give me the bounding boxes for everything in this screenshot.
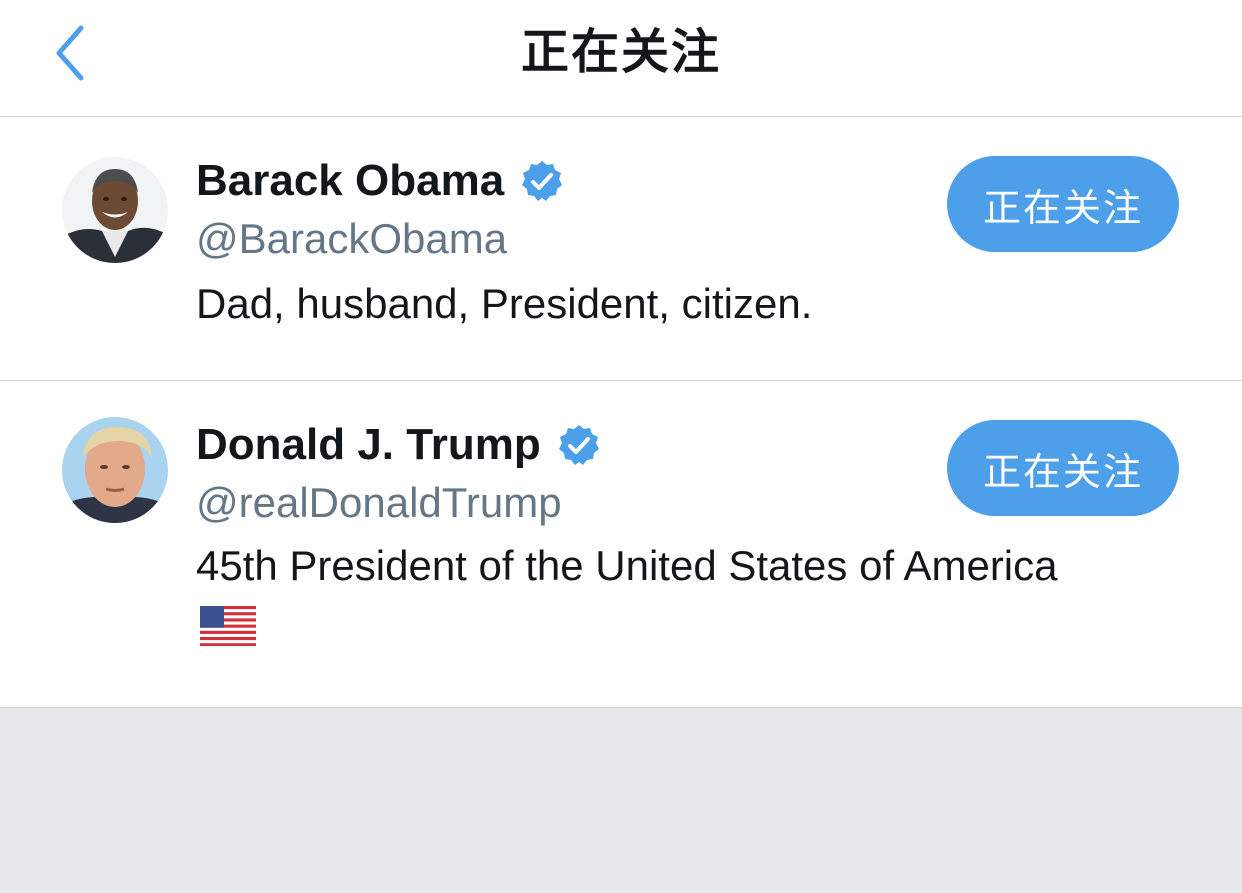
following-list: Barack Obama @BarackObama Dad, husband, … [0,117,1242,708]
verified-badge-icon [522,161,563,201]
bio-text: 45th President of the United States of A… [196,542,1058,589]
user-row[interactable]: Barack Obama @BarackObama Dad, husband, … [0,117,1242,381]
user-bio: 45th President of the United States of A… [196,535,1076,659]
avatar[interactable] [62,417,168,523]
nav-bar: 正在关注 [0,0,1242,117]
name-line: Barack Obama [196,153,564,209]
empty-area [0,708,1242,893]
page-title: 正在关注 [520,24,721,80]
user-handle: @BarackObama [196,215,508,262]
following-button[interactable]: 正在关注 [947,420,1179,516]
verified-badge-icon [558,425,599,465]
avatar[interactable] [62,157,168,263]
user-bio: Dad, husband, President, citizen. [196,280,813,327]
user-name: Donald J. Trump [196,420,541,469]
following-button[interactable]: 正在关注 [947,156,1179,252]
us-flag-icon [200,606,256,646]
name-line: Donald J. Trump [196,417,601,473]
user-name: Barack Obama [196,156,505,205]
user-row[interactable]: Donald J. Trump @realDonaldTrump 45th Pr… [0,381,1242,708]
user-handle: @realDonaldTrump [196,479,562,526]
